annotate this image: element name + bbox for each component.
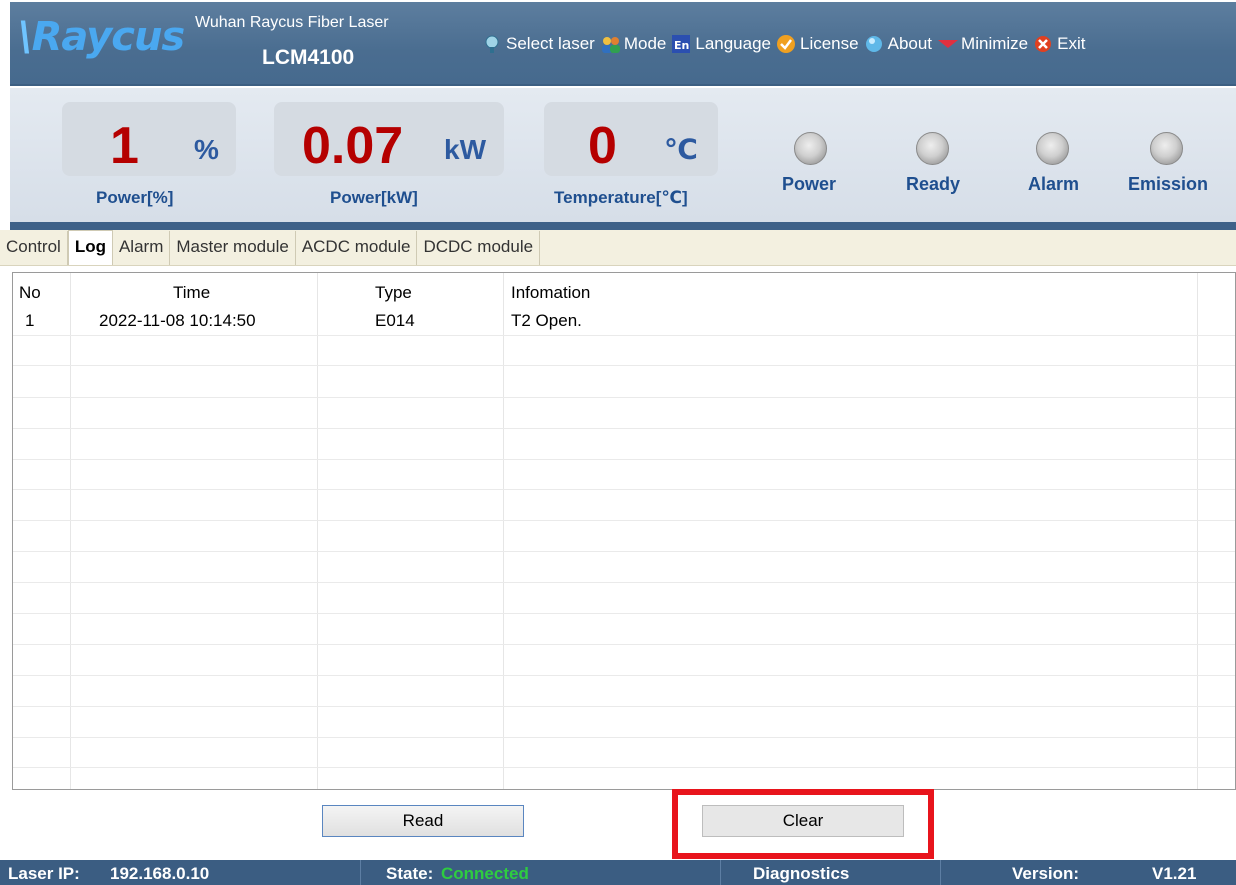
row-divider bbox=[13, 706, 1235, 707]
diagnostics-button[interactable]: Diagnostics bbox=[753, 864, 849, 884]
temperature-value: 0 bbox=[588, 117, 617, 175]
column-header-type[interactable]: Type bbox=[375, 283, 412, 303]
license-icon bbox=[776, 34, 796, 54]
menu-about[interactable]: About bbox=[864, 34, 932, 54]
row-divider bbox=[13, 551, 1235, 552]
tab-alarm[interactable]: Alarm bbox=[113, 231, 171, 265]
temperature-label: Temperature[℃] bbox=[554, 188, 688, 207]
row-divider bbox=[13, 767, 1235, 768]
clear-button-highlight bbox=[672, 789, 934, 859]
row-divider bbox=[13, 644, 1235, 645]
version-label: Version: bbox=[1012, 864, 1080, 883]
row-type: E014 bbox=[375, 311, 415, 330]
alarm-led-label: Alarm bbox=[1028, 174, 1080, 194]
raycus-logo: \Raycus bbox=[18, 14, 185, 60]
tab-acdc-module[interactable]: ACDC module bbox=[296, 231, 418, 265]
row-divider bbox=[13, 582, 1235, 583]
laser-ip-value: 192.168.0.10 bbox=[110, 864, 210, 883]
row-time: 2022-11-08 10:14:50 bbox=[99, 311, 256, 330]
row-divider bbox=[13, 335, 1235, 336]
row-divider bbox=[13, 459, 1235, 460]
column-divider bbox=[503, 273, 504, 789]
laser-ip-label: Laser IP: bbox=[8, 864, 80, 883]
select-laser-icon bbox=[482, 34, 502, 54]
state-label: State: bbox=[386, 864, 434, 883]
column-header-no[interactable]: No bbox=[19, 283, 41, 303]
row-divider bbox=[13, 520, 1235, 521]
power-kw-display: 0.07 kW bbox=[274, 102, 504, 176]
tab-master-module[interactable]: Master module bbox=[170, 231, 296, 265]
row-divider bbox=[13, 397, 1235, 398]
row-divider bbox=[13, 737, 1235, 738]
status-bar: Laser IP: 192.168.0.10 State: Connected … bbox=[0, 860, 1236, 885]
menu-minimize[interactable]: Minimize bbox=[937, 34, 1028, 54]
tab-control[interactable]: Control bbox=[0, 231, 68, 265]
menu-license[interactable]: License bbox=[776, 34, 859, 54]
laser-model: LCM4100 bbox=[262, 46, 355, 69]
row-information: T2 Open. bbox=[511, 311, 582, 330]
version-value: V1.21 bbox=[1152, 864, 1197, 883]
read-button[interactable]: Read bbox=[322, 805, 524, 837]
tab-dcdc-module[interactable]: DCDC module bbox=[417, 231, 541, 265]
column-header-information[interactable]: Infomation bbox=[511, 283, 590, 303]
power-kw-value: 0.07 bbox=[302, 117, 404, 175]
row-no: 1 bbox=[25, 311, 35, 330]
title-bar: \Raycus Wuhan Raycus Fiber Laser LCM4100… bbox=[0, 0, 1236, 86]
menu-select-laser[interactable]: Select laser bbox=[482, 34, 595, 54]
row-divider bbox=[13, 613, 1235, 614]
row-divider bbox=[13, 365, 1235, 366]
emission-led-icon bbox=[1150, 132, 1183, 165]
row-divider bbox=[13, 675, 1235, 676]
tab-log[interactable]: Log bbox=[67, 230, 113, 265]
log-table[interactable]: No Time Type Infomation 1 2022-11-08 10:… bbox=[12, 272, 1236, 790]
status-separator bbox=[720, 860, 721, 885]
panel-divider bbox=[10, 222, 1236, 230]
power-percent-label: Power[%] bbox=[96, 188, 174, 207]
column-divider bbox=[317, 273, 318, 789]
menu-mode[interactable]: Mode bbox=[600, 34, 666, 54]
ready-led-label: Ready bbox=[906, 174, 961, 194]
mode-icon bbox=[600, 34, 620, 54]
power-percent-value: 1 bbox=[110, 117, 139, 175]
column-header-time[interactable]: Time bbox=[173, 283, 210, 303]
status-panel: 1 % Power[%] 0.07 kW Power[kW] 0 ℃ Tempe… bbox=[10, 88, 1236, 222]
temperature-display: 0 ℃ bbox=[544, 102, 718, 176]
company-name: Wuhan Raycus Fiber Laser bbox=[195, 14, 389, 31]
column-divider bbox=[70, 273, 71, 789]
alarm-led-icon bbox=[1036, 132, 1069, 165]
status-separator bbox=[940, 860, 941, 885]
power-kw-label: Power[kW] bbox=[330, 188, 418, 207]
power-led-icon bbox=[794, 132, 827, 165]
language-icon: En bbox=[671, 34, 691, 54]
menu-exit[interactable]: Exit bbox=[1033, 34, 1085, 54]
exit-icon bbox=[1033, 34, 1053, 54]
ready-led-icon bbox=[916, 132, 949, 165]
svg-text:En: En bbox=[674, 39, 689, 52]
power-percent-display: 1 % bbox=[62, 102, 236, 176]
top-menu: Select laser Mode En Language License Ab… bbox=[482, 31, 1090, 57]
column-divider bbox=[1197, 273, 1198, 789]
tab-bar: Control Log Alarm Master module ACDC mod… bbox=[0, 230, 1236, 266]
about-icon bbox=[864, 34, 884, 54]
power-led-label: Power bbox=[782, 174, 837, 194]
minimize-icon bbox=[937, 34, 959, 54]
connection-state: Connected bbox=[441, 864, 529, 883]
row-divider bbox=[13, 489, 1235, 490]
power-kw-unit: kW bbox=[444, 134, 486, 165]
emission-led-label: Emission bbox=[1128, 174, 1209, 194]
temperature-unit: ℃ bbox=[664, 134, 698, 165]
power-percent-unit: % bbox=[194, 134, 219, 165]
menu-language[interactable]: En Language bbox=[671, 34, 771, 54]
status-separator bbox=[360, 860, 361, 885]
row-divider bbox=[13, 428, 1235, 429]
